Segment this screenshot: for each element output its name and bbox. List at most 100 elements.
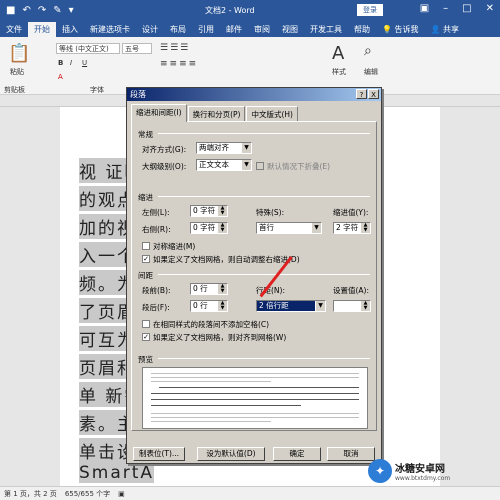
chevron-down-icon[interactable]: ▼: [241, 143, 251, 153]
space-before-value: 0 行: [193, 284, 208, 293]
bold-button[interactable]: B: [58, 59, 63, 67]
left-indent-label: 左侧(L):: [142, 208, 170, 217]
watermark: ✦ 冰糖安卓网 www.btxtdmy.com: [368, 459, 450, 483]
space-after-value: 0 行: [193, 301, 208, 310]
redo-icon[interactable]: ↷: [38, 5, 46, 16]
set-default-button[interactable]: 设为默认值(D): [197, 447, 265, 461]
preview-section-title: 预览: [138, 355, 153, 364]
line-spacing-select[interactable]: 2 倍行距 ▼: [256, 300, 326, 312]
tab-insert[interactable]: 插入: [56, 22, 84, 37]
collapse-checkbox[interactable]: [256, 162, 264, 170]
customize-icon[interactable]: ▾: [69, 5, 74, 16]
tab-line-page-breaks[interactable]: 换行和分页(P): [187, 106, 246, 122]
align-tools-icon[interactable]: ≡≡≡≡: [160, 59, 198, 69]
tab-asian-typography[interactable]: 中文版式(H): [246, 106, 298, 122]
word-count[interactable]: 655/655 个字: [65, 489, 110, 499]
ok-button[interactable]: 确定: [273, 447, 321, 461]
font-size-select[interactable]: 五号: [122, 43, 152, 54]
alignment-value: 两端对齐: [199, 143, 229, 152]
tab-help[interactable]: 帮助: [348, 22, 376, 37]
lightbulb-icon: 💡: [382, 25, 392, 34]
tab-developer[interactable]: 开发工具: [304, 22, 348, 37]
format-painter-icon[interactable]: ✎: [53, 5, 61, 16]
line-spacing-value: 2 倍行距: [259, 301, 289, 310]
tab-design[interactable]: 设计: [136, 22, 164, 37]
edit-label: 编辑: [364, 68, 378, 76]
document-line[interactable]: SmartA: [79, 463, 155, 483]
outline-level-select[interactable]: 正文文本 ▼: [196, 159, 252, 171]
save-icon[interactable]: ■: [6, 5, 15, 16]
paragraph-tools-icon[interactable]: ☰☰☰: [160, 43, 190, 53]
font-name-select[interactable]: 等线 (中文正文): [56, 43, 120, 54]
tab-file[interactable]: 文件: [0, 22, 28, 37]
tab-references[interactable]: 引用: [192, 22, 220, 37]
outline-level-label: 大纲级别(O):: [142, 162, 187, 171]
dialog-title: 段落: [130, 90, 146, 99]
snap-to-grid-checkbox[interactable]: ✓: [142, 333, 150, 341]
spinner-icon[interactable]: ▲ ▼: [218, 284, 227, 294]
tab-layout[interactable]: 布局: [164, 22, 192, 37]
title-bar: ■ ↶ ↷ ✎ ▾ 文档2 - Word 登录 ▣ – □ ✕: [0, 0, 500, 20]
spinner-icon[interactable]: ▲ ▼: [218, 223, 227, 233]
indent-by-label: 缩进值(Y):: [333, 208, 369, 217]
alignment-select[interactable]: 两端对齐 ▼: [196, 142, 252, 154]
mirror-indent-checkbox[interactable]: [142, 242, 150, 250]
snap-to-grid-label: 如果定义了文档网格，则对齐到网格(W): [153, 333, 287, 342]
font-color-icon[interactable]: A: [58, 73, 63, 81]
tab-mailings[interactable]: 邮件: [220, 22, 248, 37]
tab-view[interactable]: 视图: [276, 22, 304, 37]
search-icon[interactable]: ⌕: [364, 43, 372, 59]
paste-icon[interactable]: 📋: [8, 43, 30, 64]
space-before-label: 段前(B):: [142, 286, 171, 295]
maximize-icon[interactable]: □: [462, 3, 471, 14]
tabs-button[interactable]: 制表位(T)...: [133, 447, 185, 461]
ribbon-options-icon[interactable]: ▣: [420, 3, 429, 14]
right-indent-label: 右侧(R):: [142, 225, 171, 234]
left-indent-input[interactable]: 0 字符 ▲ ▼: [190, 205, 228, 217]
spacing-at-input[interactable]: ▲ ▼: [333, 300, 371, 312]
tell-me[interactable]: 💡 告诉我: [376, 22, 425, 37]
collapse-label: 默认情况下折叠(E): [267, 162, 331, 171]
right-indent-value: 0 字符: [193, 223, 216, 232]
underline-button[interactable]: U: [82, 59, 87, 67]
proofing-icon[interactable]: ▣: [118, 490, 125, 498]
styles-icon[interactable]: A: [332, 43, 344, 64]
italic-button[interactable]: I: [70, 59, 72, 67]
window-title: 文档2 - Word: [205, 6, 255, 15]
spinner-icon[interactable]: ▲ ▼: [218, 206, 227, 216]
chevron-down-icon[interactable]: ▼: [315, 301, 325, 311]
close-icon[interactable]: X: [368, 89, 379, 99]
help-icon[interactable]: ?: [356, 89, 367, 99]
minimize-icon[interactable]: –: [443, 3, 448, 14]
spinner-icon[interactable]: ▲ ▼: [361, 223, 370, 233]
no-space-label: 在相同样式的段落间不添加空格(C): [153, 320, 270, 329]
spinner-icon[interactable]: ▲ ▼: [218, 301, 227, 311]
chevron-down-icon[interactable]: ▼: [241, 160, 251, 170]
page-count[interactable]: 第 1 页，共 2 页: [4, 489, 57, 499]
space-after-input[interactable]: 0 行 ▲ ▼: [190, 300, 228, 312]
styles-label: 样式: [332, 68, 346, 76]
right-indent-input[interactable]: 0 字符 ▲ ▼: [190, 222, 228, 234]
outline-level-value: 正文文本: [199, 160, 229, 169]
tab-indents-spacing[interactable]: 缩进和间距(I): [131, 104, 187, 122]
tab-new[interactable]: 新建选项卡: [84, 22, 136, 37]
tab-review[interactable]: 审阅: [248, 22, 276, 37]
undo-icon[interactable]: ↶: [22, 5, 30, 16]
indent-by-value: 2 字符: [336, 223, 359, 232]
auto-adjust-checkbox[interactable]: ✓: [142, 255, 150, 263]
no-space-checkbox[interactable]: [142, 320, 150, 328]
special-indent-select[interactable]: 首行 ▼: [256, 222, 322, 234]
space-before-input[interactable]: 0 行 ▲ ▼: [190, 283, 228, 295]
paragraph-dialog: 段落 ? X 缩进和间距(I) 换行和分页(P) 中文版式(H) 常规 对齐方式…: [126, 87, 382, 464]
auto-adjust-label: 如果定义了文档网格，则自动调整右缩进(D): [153, 255, 300, 264]
login-button[interactable]: 登录: [357, 4, 383, 16]
spacing-at-label: 设置值(A):: [333, 286, 370, 295]
chevron-down-icon[interactable]: ▼: [311, 223, 321, 233]
spinner-icon[interactable]: ▲ ▼: [361, 301, 370, 311]
status-bar: 第 1 页，共 2 页 655/655 个字 ▣: [0, 486, 500, 500]
share-button[interactable]: 👤 共享: [425, 22, 466, 37]
tab-home[interactable]: 开始: [28, 22, 56, 37]
close-window-icon[interactable]: ✕: [486, 3, 494, 14]
indent-by-input[interactable]: 2 字符 ▲ ▼: [333, 222, 371, 234]
dialog-title-bar: 段落 ? X: [127, 88, 381, 101]
